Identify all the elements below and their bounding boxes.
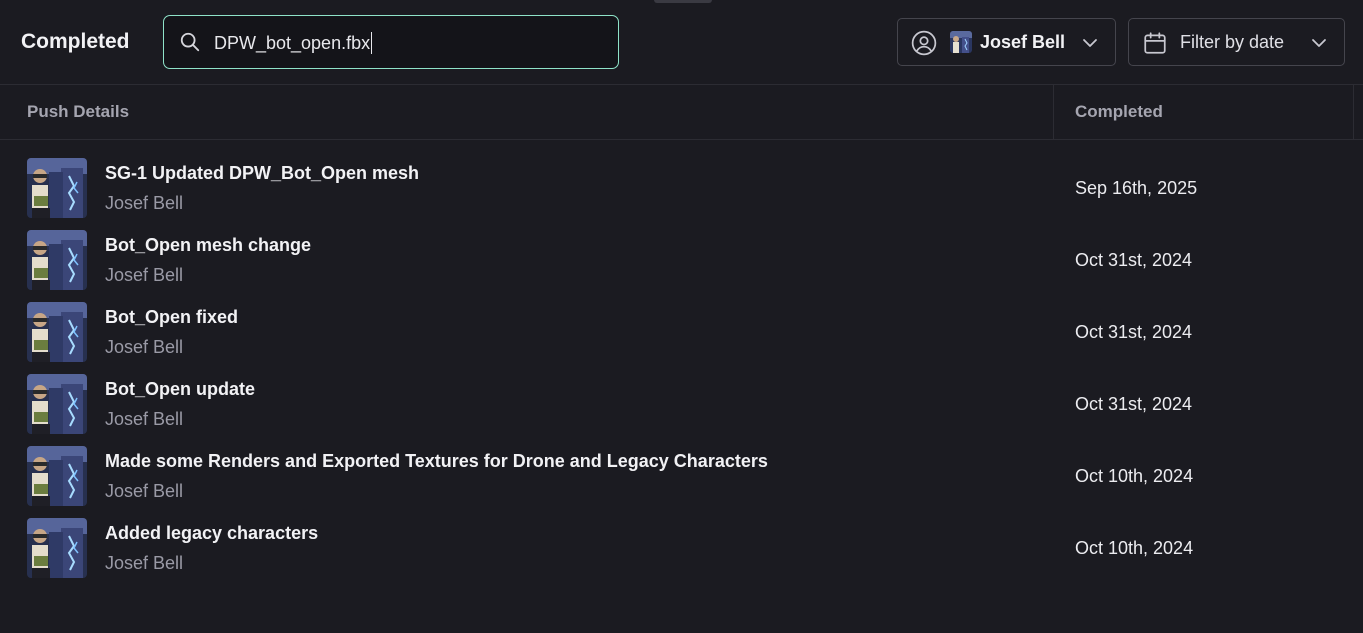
- top-bar: Completed DPW_bot_open.fbx Josef Bell Fi…: [0, 0, 1363, 84]
- push-thumbnail: [27, 446, 87, 506]
- push-completed-date: Oct 10th, 2024: [1075, 538, 1194, 558]
- push-author: Josef Bell: [105, 409, 184, 429]
- search-icon: [180, 32, 200, 52]
- push-author: Josef Bell: [105, 337, 184, 357]
- push-author: Josef Bell: [105, 481, 184, 501]
- push-completed-date: Oct 31st, 2024: [1075, 394, 1193, 414]
- chevron-down-icon: [1312, 39, 1326, 47]
- date-filter-dropdown[interactable]: Filter by date: [1128, 18, 1345, 66]
- table-header: Push Details Completed: [0, 84, 1363, 140]
- text-caret: [371, 32, 373, 54]
- column-header-push-details[interactable]: Push Details: [27, 102, 129, 122]
- push-thumbnail: [27, 158, 87, 218]
- column-divider: [1353, 85, 1354, 140]
- chevron-down-icon: [1083, 39, 1097, 47]
- avatar: [950, 31, 972, 53]
- push-completed-date: Oct 31st, 2024: [1075, 250, 1193, 270]
- push-thumbnail: [27, 302, 87, 362]
- user-circle-icon: [911, 30, 937, 56]
- user-filter-dropdown[interactable]: Josef Bell: [897, 18, 1116, 66]
- push-completed-date: Sep 16th, 2025: [1075, 178, 1198, 198]
- page-title: Completed: [21, 30, 130, 53]
- column-divider: [1053, 85, 1054, 140]
- push-author: Josef Bell: [105, 193, 184, 213]
- table-row[interactable]: Bot_Open fixed Josef Bell Oct 31st, 2024: [0, 302, 1363, 374]
- search-input[interactable]: DPW_bot_open.fbx: [214, 31, 373, 55]
- window-notch: [654, 0, 712, 3]
- push-thumbnail: [27, 518, 87, 578]
- search-box[interactable]: DPW_bot_open.fbx: [163, 15, 619, 69]
- push-title: Bot_Open update: [105, 379, 256, 399]
- column-header-completed[interactable]: Completed: [1075, 102, 1163, 122]
- date-filter-label: Filter by date: [1180, 32, 1285, 52]
- push-title: SG-1 Updated DPW_Bot_Open mesh: [105, 163, 420, 183]
- table-row[interactable]: Added legacy characters Josef Bell Oct 1…: [0, 518, 1363, 590]
- push-completed-date: Oct 31st, 2024: [1075, 322, 1193, 342]
- table-row[interactable]: Bot_Open update Josef Bell Oct 31st, 202…: [0, 374, 1363, 446]
- push-list: SG-1 Updated DPW_Bot_Open mesh Josef Bel…: [0, 158, 1363, 590]
- push-title: Added legacy characters: [105, 523, 319, 543]
- push-title: Bot_Open mesh change: [105, 235, 312, 255]
- table-row[interactable]: Made some Renders and Exported Textures …: [0, 446, 1363, 518]
- search-input-text: DPW_bot_open.fbx: [214, 32, 371, 53]
- user-filter-label: Josef Bell: [980, 32, 1066, 52]
- push-thumbnail: [27, 230, 87, 290]
- push-title: Bot_Open fixed: [105, 307, 239, 327]
- calendar-icon: [1144, 32, 1166, 54]
- table-row[interactable]: Bot_Open mesh change Josef Bell Oct 31st…: [0, 230, 1363, 302]
- push-completed-date: Oct 10th, 2024: [1075, 466, 1194, 486]
- push-author: Josef Bell: [105, 265, 184, 285]
- push-author: Josef Bell: [105, 553, 184, 573]
- push-thumbnail: [27, 374, 87, 434]
- push-title: Made some Renders and Exported Textures …: [105, 451, 768, 471]
- table-row[interactable]: SG-1 Updated DPW_Bot_Open mesh Josef Bel…: [0, 158, 1363, 230]
